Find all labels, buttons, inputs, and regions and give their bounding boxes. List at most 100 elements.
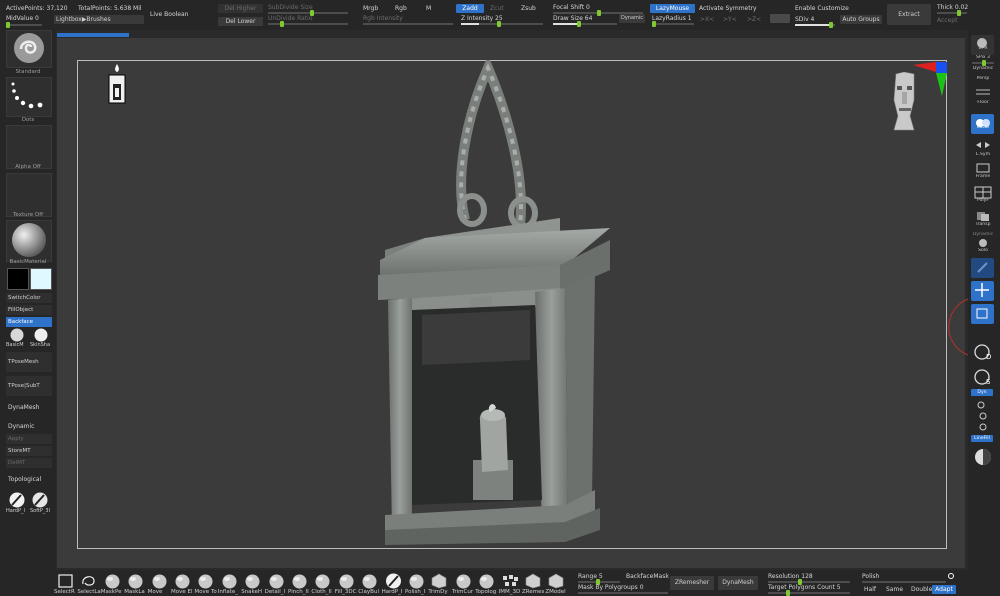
dynamesh-header[interactable]: DynaMesh bbox=[8, 404, 39, 411]
rgb-intensity-track[interactable] bbox=[363, 23, 453, 25]
sdiv-slider[interactable]: SDiv 4 bbox=[795, 16, 814, 24]
brush-ball-icon[interactable] bbox=[196, 572, 215, 589]
draw-size-slider[interactable]: Draw Size 64 bbox=[553, 15, 592, 23]
alpha-slot[interactable] bbox=[6, 125, 52, 169]
spix-track[interactable] bbox=[972, 60, 994, 66]
backface-button[interactable]: Backface bbox=[6, 317, 52, 327]
lsym-button[interactable]: L.Sym bbox=[968, 152, 998, 157]
undivide-ratio-track[interactable] bbox=[268, 21, 348, 27]
solo-button[interactable]: Solo bbox=[968, 248, 998, 253]
brush-hardp-icon[interactable] bbox=[384, 572, 403, 589]
polish-track[interactable] bbox=[862, 581, 946, 583]
focal-shift-slider[interactable]: Focal Shift 0 bbox=[553, 4, 590, 12]
same-button[interactable]: Same bbox=[886, 586, 903, 594]
undivide-ratio-slider[interactable]: UnDivide Ratio bbox=[268, 15, 313, 23]
double-button[interactable]: Double bbox=[911, 586, 932, 594]
brush-slot[interactable] bbox=[6, 30, 52, 68]
bpr-button[interactable] bbox=[971, 35, 994, 55]
brush-maskpen-icon[interactable] bbox=[103, 572, 122, 589]
m-button[interactable]: M bbox=[426, 5, 431, 13]
zremesher-button[interactable]: ZRemesher bbox=[670, 576, 714, 590]
brush-square-icon[interactable] bbox=[56, 572, 75, 589]
dynamic-button[interactable]: Dynamic bbox=[619, 14, 645, 23]
document-tab[interactable] bbox=[57, 33, 129, 37]
sym-y-button[interactable]: >Y< bbox=[723, 16, 737, 24]
brush-ball-icon[interactable] bbox=[150, 572, 169, 589]
dyn-smooth-icon[interactable]: S bbox=[973, 368, 993, 386]
tpose-mesh-button[interactable]: TPoseMesh bbox=[6, 352, 52, 372]
radial-symmetry-button[interactable] bbox=[770, 14, 790, 23]
tpose-subt-button[interactable]: TPose|SubT bbox=[6, 376, 52, 396]
basic-material-icon[interactable] bbox=[8, 328, 26, 342]
extract-button[interactable]: Extract bbox=[887, 4, 931, 25]
dynamic-header[interactable]: Dynamic bbox=[8, 423, 34, 430]
candle-tool-thumbnail-icon[interactable] bbox=[100, 62, 136, 108]
rgb-intensity-slider[interactable]: Rgb Intensity bbox=[363, 15, 403, 23]
auto-groups-button[interactable]: Auto Groups bbox=[840, 15, 882, 24]
frame-button[interactable]: Frame bbox=[968, 174, 998, 179]
zsub-button[interactable]: Zsub bbox=[521, 5, 536, 13]
hardp-brush-icon[interactable] bbox=[9, 492, 25, 508]
backface-mask-button[interactable]: BackfaceMask bbox=[626, 573, 669, 581]
apply-button[interactable]: Apply bbox=[6, 434, 52, 444]
dyn-button[interactable]: Dyn bbox=[971, 389, 993, 396]
linefill-button[interactable]: LineFill bbox=[971, 435, 993, 442]
sym-z-button[interactable]: >Z< bbox=[747, 16, 761, 24]
z-intensity-track[interactable] bbox=[461, 21, 543, 27]
resolution-slider[interactable]: Resolution 128 bbox=[768, 573, 813, 581]
rgb-button[interactable]: Rgb bbox=[395, 5, 407, 13]
brush-topo-icon[interactable] bbox=[477, 572, 496, 589]
accept-button[interactable]: Accept bbox=[937, 17, 957, 25]
brush-maskla-icon[interactable] bbox=[126, 572, 145, 589]
dyn-draw-icon[interactable]: D bbox=[973, 343, 993, 361]
live-boolean-button[interactable]: Live Boolean bbox=[150, 11, 188, 19]
del-higher-button[interactable]: Del Higher bbox=[218, 4, 263, 13]
mid-value-track[interactable] bbox=[6, 22, 42, 28]
draw-size-track[interactable] bbox=[553, 21, 617, 27]
half-button[interactable]: Half bbox=[864, 586, 876, 594]
brush-cloth-icon[interactable] bbox=[313, 572, 332, 589]
subdivide-size-slider[interactable]: SubDivide Size bbox=[268, 4, 313, 12]
brush-zmodel-icon[interactable] bbox=[547, 572, 566, 589]
gizmo-small-icons[interactable] bbox=[975, 400, 991, 432]
resolution-track[interactable] bbox=[768, 579, 850, 585]
subdivide-size-track[interactable] bbox=[268, 10, 348, 16]
stroke-slot[interactable] bbox=[6, 77, 52, 117]
mid-value-slider[interactable]: MidValue 0 bbox=[6, 15, 39, 23]
polyf-button[interactable]: PolyF bbox=[968, 198, 998, 203]
transp-button[interactable]: Transp bbox=[968, 222, 998, 227]
sym-x-button[interactable]: >X< bbox=[700, 16, 714, 24]
main-color-swatch[interactable] bbox=[7, 268, 29, 290]
topological-header[interactable]: Topological bbox=[8, 476, 41, 483]
brush-snake-icon[interactable] bbox=[243, 572, 262, 589]
brush-fill-icon[interactable] bbox=[337, 572, 356, 589]
dynamic-persp-label[interactable]: Dynamic bbox=[968, 66, 998, 71]
fill-object-button[interactable]: FillObject bbox=[6, 305, 52, 315]
brush-detail-icon[interactable] bbox=[267, 572, 286, 589]
enable-customize-button[interactable]: Enable Customize bbox=[795, 5, 849, 13]
activate-symmetry-button[interactable]: Activate Symmetry bbox=[699, 5, 757, 13]
del-mt-button[interactable]: DelMT bbox=[6, 458, 52, 468]
adapt-button[interactable]: Adapt bbox=[932, 585, 956, 594]
polish-slider[interactable]: Polish bbox=[862, 573, 879, 581]
mask-by-polygroups-slider[interactable]: Mask By Polygroups 0 bbox=[578, 584, 644, 592]
softp-brush-icon[interactable] bbox=[32, 492, 48, 508]
brush-ball-icon[interactable] bbox=[173, 572, 192, 589]
half-sphere-icon[interactable] bbox=[972, 447, 994, 467]
brush-trimdy-icon[interactable] bbox=[430, 572, 449, 589]
brush-imm-icon[interactable] bbox=[501, 572, 520, 589]
lazymouse-button[interactable]: LazyMouse bbox=[650, 4, 695, 13]
lantern-3d-model[interactable] bbox=[370, 60, 620, 545]
lazyradius-track[interactable] bbox=[652, 21, 694, 27]
xpose-button[interactable] bbox=[971, 258, 994, 278]
mask-by-polygroups-track[interactable] bbox=[578, 592, 668, 594]
brush-claybul-icon[interactable] bbox=[360, 572, 379, 589]
move-button[interactable] bbox=[971, 281, 994, 301]
local-button[interactable] bbox=[971, 114, 994, 134]
material-slot[interactable] bbox=[6, 220, 52, 262]
brush-inflate-icon[interactable] bbox=[220, 572, 239, 589]
switch-color-button[interactable]: SwitchColor bbox=[6, 293, 52, 303]
target-polygons-slider[interactable]: Target Polygons Count 5 bbox=[768, 584, 841, 592]
navigation-head-icon[interactable] bbox=[886, 60, 952, 136]
zadd-button[interactable]: Zadd bbox=[456, 4, 484, 13]
